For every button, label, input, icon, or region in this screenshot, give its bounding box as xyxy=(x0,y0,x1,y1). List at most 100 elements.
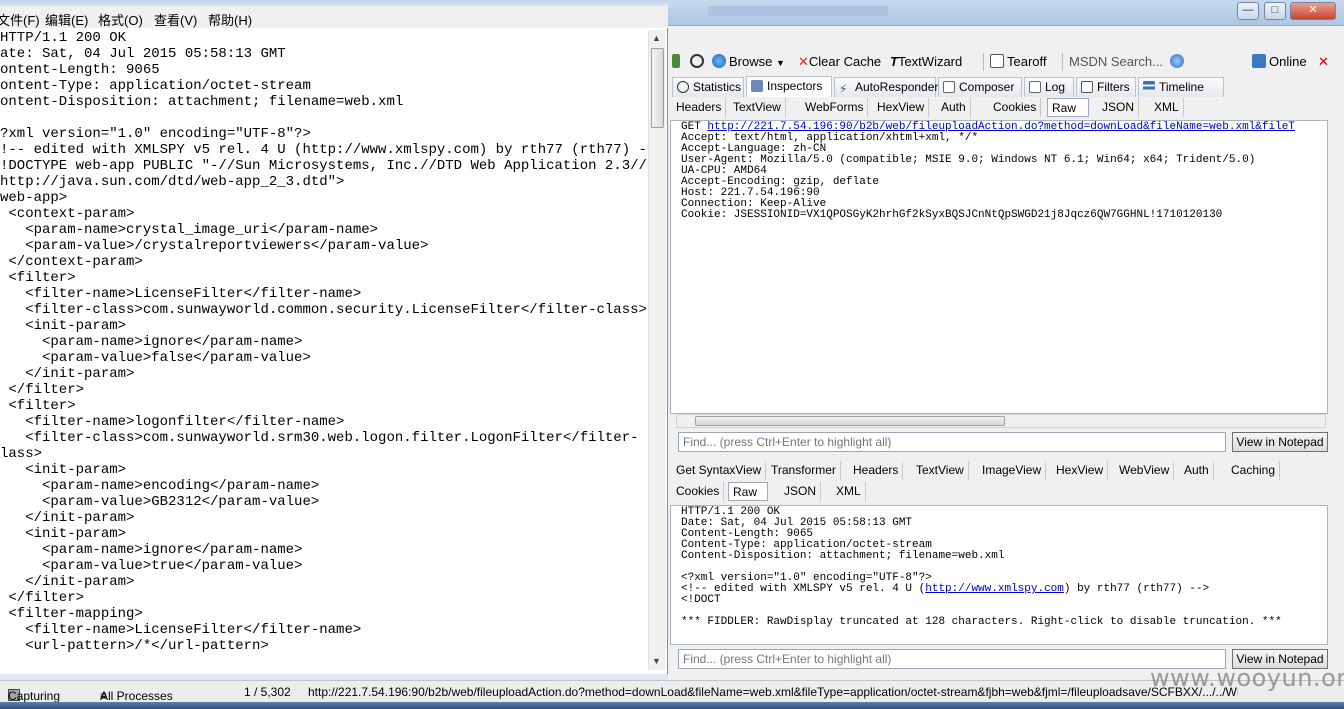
tab-autoresponder[interactable]: ⚡ AutoResponder xyxy=(834,77,938,97)
log-icon xyxy=(1029,81,1041,93)
notepad-vscroll-thumb[interactable] xyxy=(651,48,664,128)
textwizard-button[interactable]: TTextWizard xyxy=(890,52,962,72)
request-raw-pane[interactable]: GET http://221.7.54.196:90/b2b/web/fileu… xyxy=(670,120,1328,414)
notepad-line: </init-param> xyxy=(0,574,135,590)
tab-composer[interactable]: Composer xyxy=(938,77,1022,97)
scroll-down-icon[interactable]: ▼ xyxy=(652,656,661,666)
menu-format[interactable]: 格式(O) xyxy=(98,10,143,29)
raw-line: *** FIDDLER: RawDisplay truncated at 128… xyxy=(681,616,1282,628)
response-raw-pane[interactable]: HTTP/1.1 200 OK Date: Sat, 04 Jul 2015 05… xyxy=(670,505,1328,645)
notepad-line: ate: Sat, 04 Jul 2015 05:58:13 GMT xyxy=(0,46,286,62)
notepad-menubar: 文件(F) 编辑(E) 格式(O) 查看(V) 帮助(H) xyxy=(0,6,668,28)
notepad-line: <filter-mapping> xyxy=(0,606,143,622)
notepad-line xyxy=(0,110,648,126)
notepad-line: lass> xyxy=(0,446,43,462)
notepad-line: <filter-class>com.sunwayworld.common.sec… xyxy=(0,302,647,318)
maximize-button[interactable]: □ xyxy=(1264,2,1286,20)
browse-button[interactable]: Browse ▼ xyxy=(712,52,785,72)
tab-statistics[interactable]: Statistics xyxy=(672,77,744,97)
response-tab-textview[interactable]: TextView xyxy=(912,461,969,480)
timeline-icon xyxy=(1143,81,1155,93)
clear-cache-icon: ✕ xyxy=(798,54,809,69)
msdn-search-input[interactable]: MSDN Search... xyxy=(1069,52,1163,72)
request-tab-json[interactable]: JSON xyxy=(1098,98,1140,117)
request-tab-textview[interactable]: TextView xyxy=(729,98,786,117)
help-icon[interactable] xyxy=(1170,52,1187,72)
request-tab-auth[interactable]: Auth xyxy=(937,98,971,117)
response-tab-cookies[interactable]: Cookies xyxy=(672,482,725,501)
close-online-icon[interactable]: ✕ xyxy=(1318,52,1329,72)
tab-log[interactable]: Log xyxy=(1024,77,1074,97)
menu-edit[interactable]: 编辑(E) xyxy=(45,10,88,29)
notepad-text-area[interactable]: HTTP/1.1 200 OK ate: Sat, 04 Jul 2015 05:… xyxy=(0,30,648,670)
notepad-line: </filter> xyxy=(0,382,85,398)
clear-cache-button[interactable]: ✕Clear Cache xyxy=(798,52,881,72)
close-button[interactable]: ✕ xyxy=(1290,2,1336,20)
chevron-down-icon[interactable]: ▼ xyxy=(776,58,785,68)
request-hscrollbar[interactable] xyxy=(676,414,1326,428)
status-url: http://221.7.54.196:90/b2b/web/fileuploa… xyxy=(308,685,1238,699)
request-hscroll-thumb[interactable] xyxy=(695,416,1005,426)
response-tab-raw[interactable]: Raw xyxy=(728,482,768,501)
notepad-line: <param-name>ignore</param-name> xyxy=(0,334,303,350)
notepad-line: http://java.sun.com/dtd/web-app_2_3.dtd"… xyxy=(0,174,345,190)
response-tab-syntaxview[interactable]: Get SyntaxView xyxy=(672,461,767,480)
notepad-line: !DOCTYPE web-app PUBLIC "-//Sun Microsys… xyxy=(0,158,648,174)
menu-file[interactable]: 文件(F) xyxy=(0,10,40,29)
fiddler-titlebar: — □ ✕ xyxy=(668,0,1344,26)
request-inspector-tabs: Headers TextView WebForms HexView Auth C… xyxy=(672,98,1340,118)
request-tab-raw[interactable]: Raw xyxy=(1047,98,1089,117)
notepad-line: HTTP/1.1 200 OK xyxy=(0,30,127,46)
response-tab-auth[interactable]: Auth xyxy=(1180,461,1214,480)
request-tab-xml[interactable]: XML xyxy=(1150,98,1184,117)
response-tab-xml[interactable]: XML xyxy=(832,482,866,501)
notepad-line: ontent-Length: 9065 xyxy=(0,62,160,78)
response-inspector-tabs-row1: Get SyntaxView Transformer Headers TextV… xyxy=(672,461,1340,481)
raw-line-suffix: ) by rth77 (rth77) --> xyxy=(1063,583,1210,595)
response-tab-json[interactable]: JSON xyxy=(780,482,822,501)
raw-line: <!DOCT xyxy=(681,594,721,606)
scroll-up-icon[interactable]: ▲ xyxy=(652,33,661,43)
tab-filters[interactable]: Filters xyxy=(1076,77,1136,97)
raw-line: User-Agent: Mozilla/5.0 (compatible; MSI… xyxy=(681,154,1256,166)
notepad-vscrollbar[interactable]: ▲ ▼ xyxy=(648,30,666,670)
filters-checkbox-icon xyxy=(1081,81,1093,93)
response-tab-imageview[interactable]: ImageView xyxy=(978,461,1047,480)
menu-help[interactable]: 帮助(H) xyxy=(208,10,252,29)
request-tab-hexview[interactable]: HexView xyxy=(873,98,930,117)
notepad-line: <filter> xyxy=(0,398,76,414)
response-tab-transformer[interactable]: Transformer xyxy=(767,461,841,480)
tearoff-button[interactable]: Tearoff xyxy=(990,52,1047,72)
tab-inspectors[interactable]: Inspectors xyxy=(746,76,832,97)
response-tab-hexview[interactable]: HexView xyxy=(1052,461,1109,480)
response-tab-headers[interactable]: Headers xyxy=(849,461,904,480)
notepad-line: <url-pattern>/*</url-pattern> xyxy=(0,638,269,654)
response-tab-caching[interactable]: Caching xyxy=(1227,461,1281,480)
notepad-line: <init-param> xyxy=(0,462,127,478)
response-tab-webview[interactable]: WebView xyxy=(1115,461,1175,480)
fiddler-window: — □ ✕ Browse ▼ ✕Clear Cache TTextWizard … xyxy=(668,0,1344,680)
toolbar-partial-icon[interactable] xyxy=(672,52,683,72)
request-view-in-notepad-button[interactable]: View in Notepad xyxy=(1232,432,1328,452)
request-tab-cookies[interactable]: Cookies xyxy=(989,98,1042,117)
tab-timeline[interactable]: Timeline xyxy=(1138,77,1224,97)
fiddler-toolbar: Browse ▼ ✕Clear Cache TTextWizard Tearof… xyxy=(668,50,1344,74)
raw-line: <!-- edited with XMLSPY v5 rel. 4 U (htt… xyxy=(681,584,1327,595)
lightning-icon: ⚡ xyxy=(839,82,848,96)
timer-icon[interactable] xyxy=(690,52,707,72)
notepad-line: <filter-name>LicenseFilter</filter-name> xyxy=(0,622,362,638)
notepad-line: </filter> xyxy=(0,590,85,606)
inspectors-icon xyxy=(751,80,763,92)
request-tab-headers[interactable]: Headers xyxy=(672,98,727,117)
request-find-input[interactable]: Find... (press Ctrl+Enter to highlight a… xyxy=(678,432,1226,452)
raw-line: Content-Disposition: attachment; filenam… xyxy=(681,550,1005,562)
response-find-input[interactable]: Find... (press Ctrl+Enter to highlight a… xyxy=(678,649,1226,669)
request-tab-webforms[interactable]: WebForms xyxy=(801,98,869,117)
fiddler-title-blur xyxy=(708,6,888,16)
menu-view[interactable]: 查看(V) xyxy=(154,10,197,29)
notepad-line: <param-name>ignore</param-name> xyxy=(0,542,303,558)
online-indicator[interactable]: Online xyxy=(1252,52,1307,72)
minimize-button[interactable]: — xyxy=(1237,2,1259,20)
raw-line-link[interactable]: http://www.xmlspy.com xyxy=(925,583,1064,595)
notepad-line: </context-param> xyxy=(0,254,143,270)
